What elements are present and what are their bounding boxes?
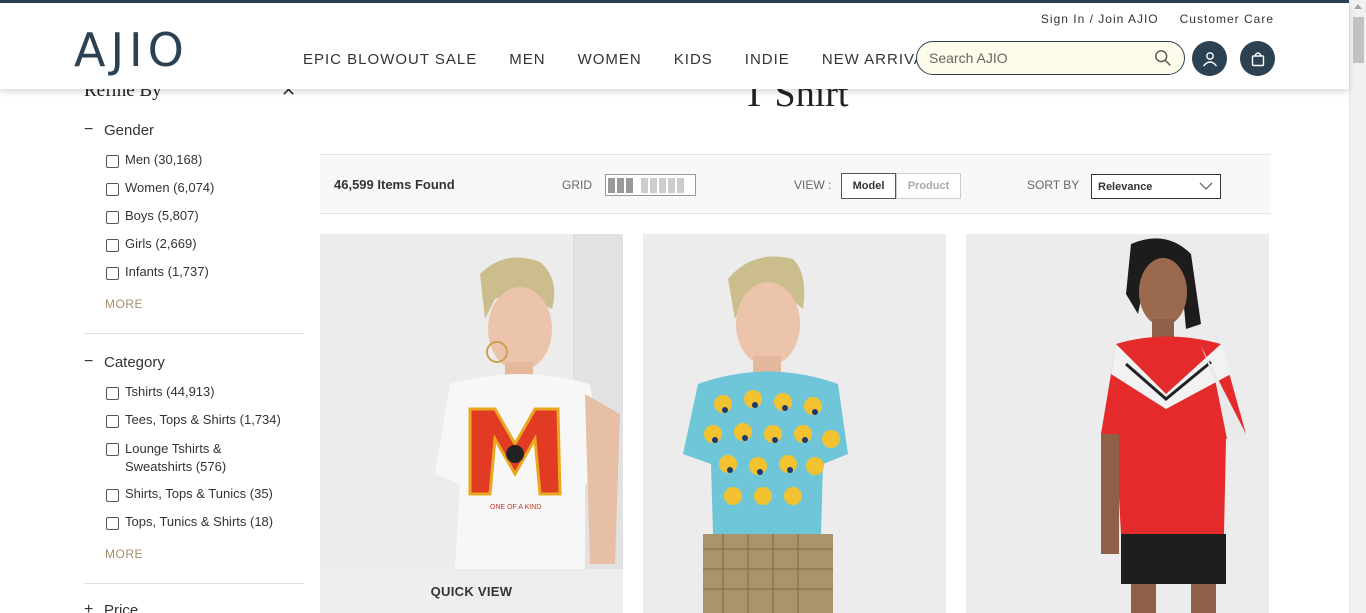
expand-icon: + (84, 601, 94, 613)
product-image: ONE OF A KIND (320, 234, 623, 613)
nav-kids[interactable]: KIDS (658, 51, 729, 68)
shopping-bag-icon (1251, 51, 1264, 66)
scroll-up-arrow-icon[interactable] (1354, 4, 1362, 9)
product-card[interactable]: ONE OF A KIND QUICK VIEW (320, 234, 623, 613)
category-more-link[interactable]: MORE (105, 547, 143, 561)
sort-label: SORT BY (1027, 178, 1080, 192)
grid-5-icon[interactable] (677, 177, 684, 193)
filter-label: Boys (5,807) (125, 208, 199, 223)
bag-button[interactable] (1240, 41, 1275, 76)
product-card[interactable] (643, 234, 946, 613)
nav-epic-blowout-sale[interactable]: EPIC BLOWOUT SALE (287, 51, 493, 68)
filter-option-women[interactable]: Women (6,074) (106, 180, 214, 196)
checkbox[interactable] (106, 239, 119, 252)
facet-price-title: Price (104, 601, 139, 613)
facet-price-toggle[interactable]: + Price (84, 601, 138, 613)
checkbox[interactable] (106, 517, 119, 530)
checkbox[interactable] (106, 489, 119, 502)
grid-3-icon[interactable] (608, 177, 615, 193)
grid-5-icon[interactable] (659, 177, 666, 193)
grid-3-icon[interactable] (626, 177, 633, 193)
sign-in-link[interactable]: Sign In / Join AJIO (1041, 12, 1159, 26)
grid-5-icon[interactable] (668, 177, 675, 193)
filter-label: Men (30,168) (125, 152, 203, 167)
grid-3-icon[interactable] (617, 177, 624, 193)
divider (84, 583, 304, 584)
product-card[interactable] (966, 234, 1269, 613)
filter-label: Tops, Tunics & Shirts (18) (125, 514, 274, 529)
collapse-icon: − (84, 121, 94, 138)
view-model-button[interactable]: Model (841, 173, 896, 199)
filter-option-boys[interactable]: Boys (5,807) (106, 208, 199, 224)
scroll-thumb[interactable] (1353, 17, 1364, 63)
page-scrollbar[interactable] (1349, 0, 1366, 613)
search-bar (916, 41, 1185, 75)
search-icon[interactable] (1154, 49, 1172, 67)
site-header: AJIO Sign In / Join AJIO Customer Care E… (0, 3, 1349, 89)
account-button[interactable] (1192, 41, 1227, 76)
customer-care-link[interactable]: Customer Care (1180, 12, 1274, 26)
facet-category-title: Category (104, 353, 165, 371)
product-image (966, 234, 1269, 613)
facet-gender-toggle[interactable]: − Gender (84, 121, 154, 139)
filter-option-tshirts[interactable]: Tshirts (44,913) (106, 384, 215, 400)
facet-gender-title: Gender (104, 121, 155, 139)
chevron-down-icon (1199, 182, 1213, 190)
checkbox[interactable] (106, 211, 119, 224)
main-nav: EPIC BLOWOUT SALE MEN WOMEN KIDS INDIE N… (287, 51, 961, 68)
filter-label: Infants (1,737) (125, 264, 209, 279)
gender-more-link[interactable]: MORE (105, 297, 143, 311)
grid-toggle (605, 174, 696, 196)
view-label: VIEW : (794, 178, 832, 192)
divider (84, 333, 304, 334)
ajio-logo[interactable]: AJIO (74, 23, 189, 77)
grid-label: GRID (562, 178, 592, 192)
nav-indie[interactable]: INDIE (729, 51, 806, 68)
checkbox[interactable] (106, 155, 119, 168)
product-image (643, 234, 946, 613)
filter-label: Lounge Tshirts & Sweatshirts (576) (125, 441, 227, 474)
view-product-button[interactable]: Product (896, 173, 961, 199)
filter-option-tees-tops-shirts[interactable]: Tees, Tops & Shirts (1,734) (106, 412, 281, 428)
filter-label: Tees, Tops & Shirts (1,734) (125, 412, 281, 427)
filter-option-girls[interactable]: Girls (2,669) (106, 236, 197, 252)
nav-men[interactable]: MEN (493, 51, 561, 68)
sort-dropdown[interactable]: Relevance (1091, 174, 1221, 199)
nav-women[interactable]: WOMEN (562, 51, 658, 68)
top-links: Sign In / Join AJIO Customer Care (1041, 12, 1274, 26)
filter-label: Shirts, Tops & Tunics (35) (125, 486, 273, 501)
quick-view-button[interactable]: QUICK VIEW (320, 569, 623, 613)
search-input[interactable] (929, 50, 1154, 66)
sort-value: Relevance (1098, 181, 1153, 193)
items-found-count: 46,599 Items Found (334, 177, 455, 192)
filter-option-lounge-tshirts[interactable]: Lounge Tshirts & Sweatshirts (576) (106, 440, 276, 476)
checkbox[interactable] (106, 443, 119, 456)
checkbox[interactable] (106, 415, 119, 428)
svg-text:ONE OF A KIND: ONE OF A KIND (490, 504, 541, 511)
filter-label: Girls (2,669) (125, 236, 197, 251)
filter-option-men[interactable]: Men (30,168) (106, 152, 202, 168)
checkbox[interactable] (106, 387, 119, 400)
collapse-icon: − (84, 353, 94, 370)
filter-label: Women (6,074) (125, 180, 215, 195)
filter-label: Tshirts (44,913) (125, 384, 215, 399)
filter-option-infants[interactable]: Infants (1,737) (106, 264, 209, 280)
facet-category-toggle[interactable]: − Category (84, 353, 165, 371)
grid-5-icon[interactable] (650, 177, 657, 193)
user-icon (1202, 51, 1217, 66)
grid-5-icon[interactable] (641, 177, 648, 193)
filter-option-tops-tunics-shirts[interactable]: Tops, Tunics & Shirts (18) (106, 514, 273, 530)
checkbox[interactable] (106, 267, 119, 280)
filter-option-shirts-tops-tunics[interactable]: Shirts, Tops & Tunics (35) (106, 486, 273, 502)
listing-toolbar: 46,599 Items Found GRID VIEW : Model Pro… (320, 154, 1271, 214)
checkbox[interactable] (106, 183, 119, 196)
